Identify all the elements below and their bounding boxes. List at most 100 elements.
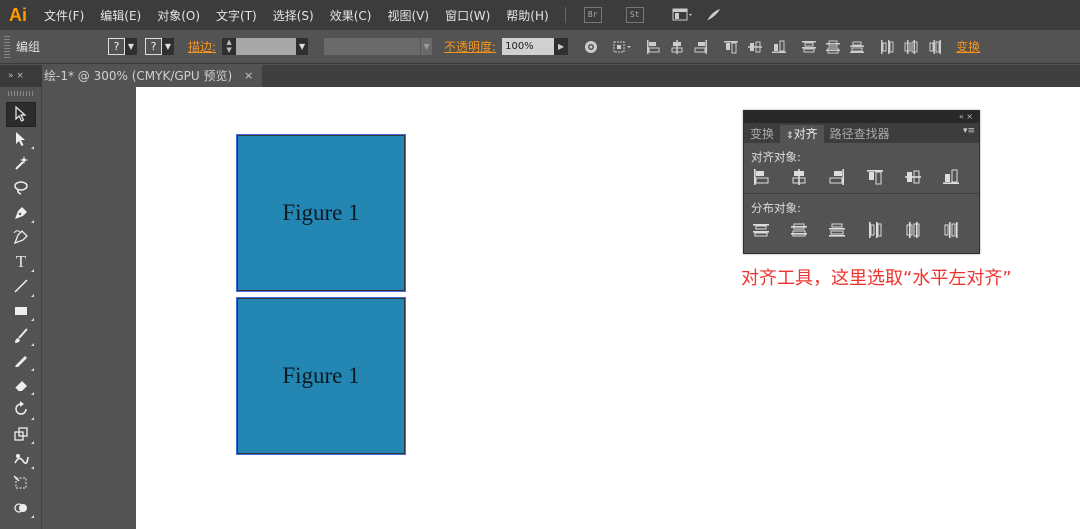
transform-link[interactable]: 变换 bbox=[956, 38, 980, 55]
cb-distribute-hcenter-icon[interactable] bbox=[900, 36, 922, 58]
bridge-button[interactable]: Br bbox=[583, 7, 602, 23]
rectangle-tool-icon[interactable] bbox=[6, 299, 36, 324]
stroke-dropdown-arrow[interactable]: ▼ bbox=[162, 38, 174, 55]
menu-file[interactable]: 文件(F) bbox=[36, 7, 92, 24]
variable-width-profile[interactable] bbox=[324, 38, 421, 55]
vertical-align-center-icon[interactable] bbox=[903, 166, 922, 188]
selection-type-label: 编组 bbox=[16, 40, 41, 54]
menu-effect[interactable]: 效果(C) bbox=[322, 7, 380, 24]
stroke-weight-dropdown[interactable]: ▼ bbox=[296, 38, 309, 55]
cb-align-bottom-icon[interactable] bbox=[768, 36, 790, 58]
vertical-align-top-icon[interactable] bbox=[865, 166, 884, 188]
annotation-caption: 对齐工具，这里选取“水平左对齐” bbox=[741, 268, 1012, 289]
stroke-swatch[interactable]: ? bbox=[145, 38, 162, 55]
vertical-distribute-top-icon[interactable] bbox=[752, 219, 771, 241]
menu-view[interactable]: 视图(V) bbox=[379, 7, 437, 24]
horizontal-distribute-center-icon[interactable] bbox=[903, 219, 922, 241]
document-tab[interactable]: 绘-1* @ 300% (CMYK/GPU 预览) bbox=[42, 65, 262, 87]
arrange-documents-icon[interactable] bbox=[672, 4, 694, 26]
fill-swatch[interactable]: ? bbox=[108, 38, 125, 55]
pen-tool-icon[interactable] bbox=[6, 200, 36, 225]
figure-box-top[interactable]: Figure 1 bbox=[237, 135, 405, 291]
stock-button[interactable]: St bbox=[625, 7, 644, 23]
menu-window[interactable]: 窗口(W) bbox=[437, 7, 498, 24]
selection-tool-icon[interactable] bbox=[6, 102, 36, 127]
align-objects-label: 对齐对象: bbox=[751, 150, 801, 164]
cb-align-right-icon[interactable] bbox=[690, 36, 712, 58]
control-bar-grip[interactable] bbox=[4, 35, 10, 58]
menu-help[interactable]: 帮助(H) bbox=[498, 7, 556, 24]
cb-distribute-right-icon[interactable] bbox=[924, 36, 946, 58]
panel-title-bar[interactable]: « × bbox=[744, 111, 979, 123]
panel-menu-icon[interactable]: ▾≡ bbox=[963, 126, 975, 136]
tab-align-label: 对齐 bbox=[793, 127, 818, 141]
cb-align-top-icon[interactable] bbox=[720, 36, 742, 58]
eraser-tool-icon[interactable] bbox=[6, 373, 36, 398]
tab-align[interactable]: ⇕对齐 bbox=[780, 125, 824, 143]
type-tool-icon[interactable]: T bbox=[6, 250, 36, 275]
cb-distribute-bottom-icon[interactable] bbox=[846, 36, 868, 58]
cb-align-vcenter-icon[interactable] bbox=[744, 36, 766, 58]
menu-type[interactable]: 文字(T) bbox=[208, 7, 265, 24]
rotate-tool-icon[interactable] bbox=[6, 397, 36, 422]
align-objects-row bbox=[744, 163, 979, 191]
curvature-tool-icon[interactable] bbox=[6, 225, 36, 250]
horizontal-align-left-icon[interactable] bbox=[752, 166, 771, 188]
tab-pathfinder[interactable]: 路径查找器 bbox=[824, 125, 896, 143]
align-panel: « × 变换 ⇕对齐 路径查找器 ▾≡ 对齐对象: 分布对象: bbox=[743, 110, 980, 254]
shape-builder-tool-icon[interactable] bbox=[6, 496, 36, 521]
panel-divider bbox=[744, 193, 979, 194]
scale-tool-icon[interactable] bbox=[6, 422, 36, 447]
warp-tool-icon[interactable] bbox=[6, 446, 36, 471]
pencil-tool-icon[interactable] bbox=[6, 348, 36, 373]
tab-transform[interactable]: 变换 bbox=[744, 125, 780, 143]
opacity-input[interactable]: 100% bbox=[502, 38, 555, 55]
stroke-weight-stepper[interactable]: ▲ ▼ bbox=[222, 38, 237, 55]
opacity-slider-arrow[interactable]: ▶ bbox=[554, 38, 569, 55]
control-bar: 编组 ? ▼ ? ▼ 描边: ▲ ▼ ▼ ▼ 不透明度: 100% ▶ 变换 bbox=[0, 30, 1080, 64]
stroke-label-link[interactable]: 描边: bbox=[188, 38, 216, 55]
variable-width-dropdown[interactable]: ▼ bbox=[420, 38, 433, 55]
magic-wand-tool-icon[interactable] bbox=[6, 151, 36, 176]
direct-selection-tool-icon[interactable] bbox=[6, 127, 36, 152]
figure-label: Figure 1 bbox=[282, 363, 360, 388]
horizontal-align-center-icon[interactable] bbox=[790, 166, 809, 188]
tab-chevron-icon: ⇕ bbox=[786, 131, 794, 141]
tools-panel: T bbox=[0, 87, 42, 529]
app-logo: Ai bbox=[9, 4, 27, 25]
menu-edit[interactable]: 编辑(E) bbox=[92, 7, 149, 24]
document-close-icon[interactable]: × bbox=[244, 65, 253, 87]
vertical-distribute-center-icon[interactable] bbox=[790, 219, 809, 241]
line-segment-tool-icon[interactable] bbox=[6, 274, 36, 299]
horizontal-align-right-icon[interactable] bbox=[828, 166, 847, 188]
menu-divider bbox=[564, 7, 566, 23]
align-to-selection-icon[interactable] bbox=[612, 36, 634, 58]
paintbrush-tool-icon[interactable] bbox=[6, 323, 36, 348]
recolor-icon[interactable] bbox=[580, 36, 602, 58]
menu-select[interactable]: 选择(S) bbox=[265, 7, 322, 24]
figure-box-bottom[interactable]: Figure 1 bbox=[237, 298, 405, 454]
lasso-tool-icon[interactable] bbox=[6, 176, 36, 201]
panel-tabs: 变换 ⇕对齐 路径查找器 ▾≡ bbox=[744, 123, 979, 143]
menu-bar: Ai 文件(F) 编辑(E) 对象(O) 文字(T) 选择(S) 效果(C) 视… bbox=[0, 0, 1080, 30]
cb-distribute-top-icon[interactable] bbox=[798, 36, 820, 58]
distribute-objects-label: 分布对象: bbox=[751, 201, 801, 215]
horizontal-distribute-left-icon[interactable] bbox=[865, 219, 884, 241]
stroke-weight-input[interactable] bbox=[236, 38, 297, 55]
vertical-distribute-bottom-icon[interactable] bbox=[828, 219, 847, 241]
free-transform-tool-icon[interactable] bbox=[6, 471, 36, 496]
pasteboard bbox=[42, 87, 136, 529]
cb-distribute-vcenter-icon[interactable] bbox=[822, 36, 844, 58]
document-tab-title: 绘-1* @ 300% (CMYK/GPU 预览) bbox=[44, 69, 233, 83]
feather-icon[interactable] bbox=[702, 4, 724, 26]
fill-dropdown-arrow[interactable]: ▼ bbox=[125, 38, 137, 55]
menu-object[interactable]: 对象(O) bbox=[149, 7, 208, 24]
cb-distribute-left-icon[interactable] bbox=[876, 36, 898, 58]
cb-align-left-icon[interactable] bbox=[642, 36, 664, 58]
tools-panel-grip[interactable] bbox=[7, 91, 34, 96]
opacity-label-link[interactable]: 不透明度: bbox=[444, 38, 496, 55]
cb-align-hcenter-icon[interactable] bbox=[666, 36, 688, 58]
tools-panel-tab[interactable]: » × bbox=[0, 65, 42, 87]
vertical-align-bottom-icon[interactable] bbox=[941, 166, 960, 188]
horizontal-distribute-right-icon[interactable] bbox=[941, 219, 960, 241]
